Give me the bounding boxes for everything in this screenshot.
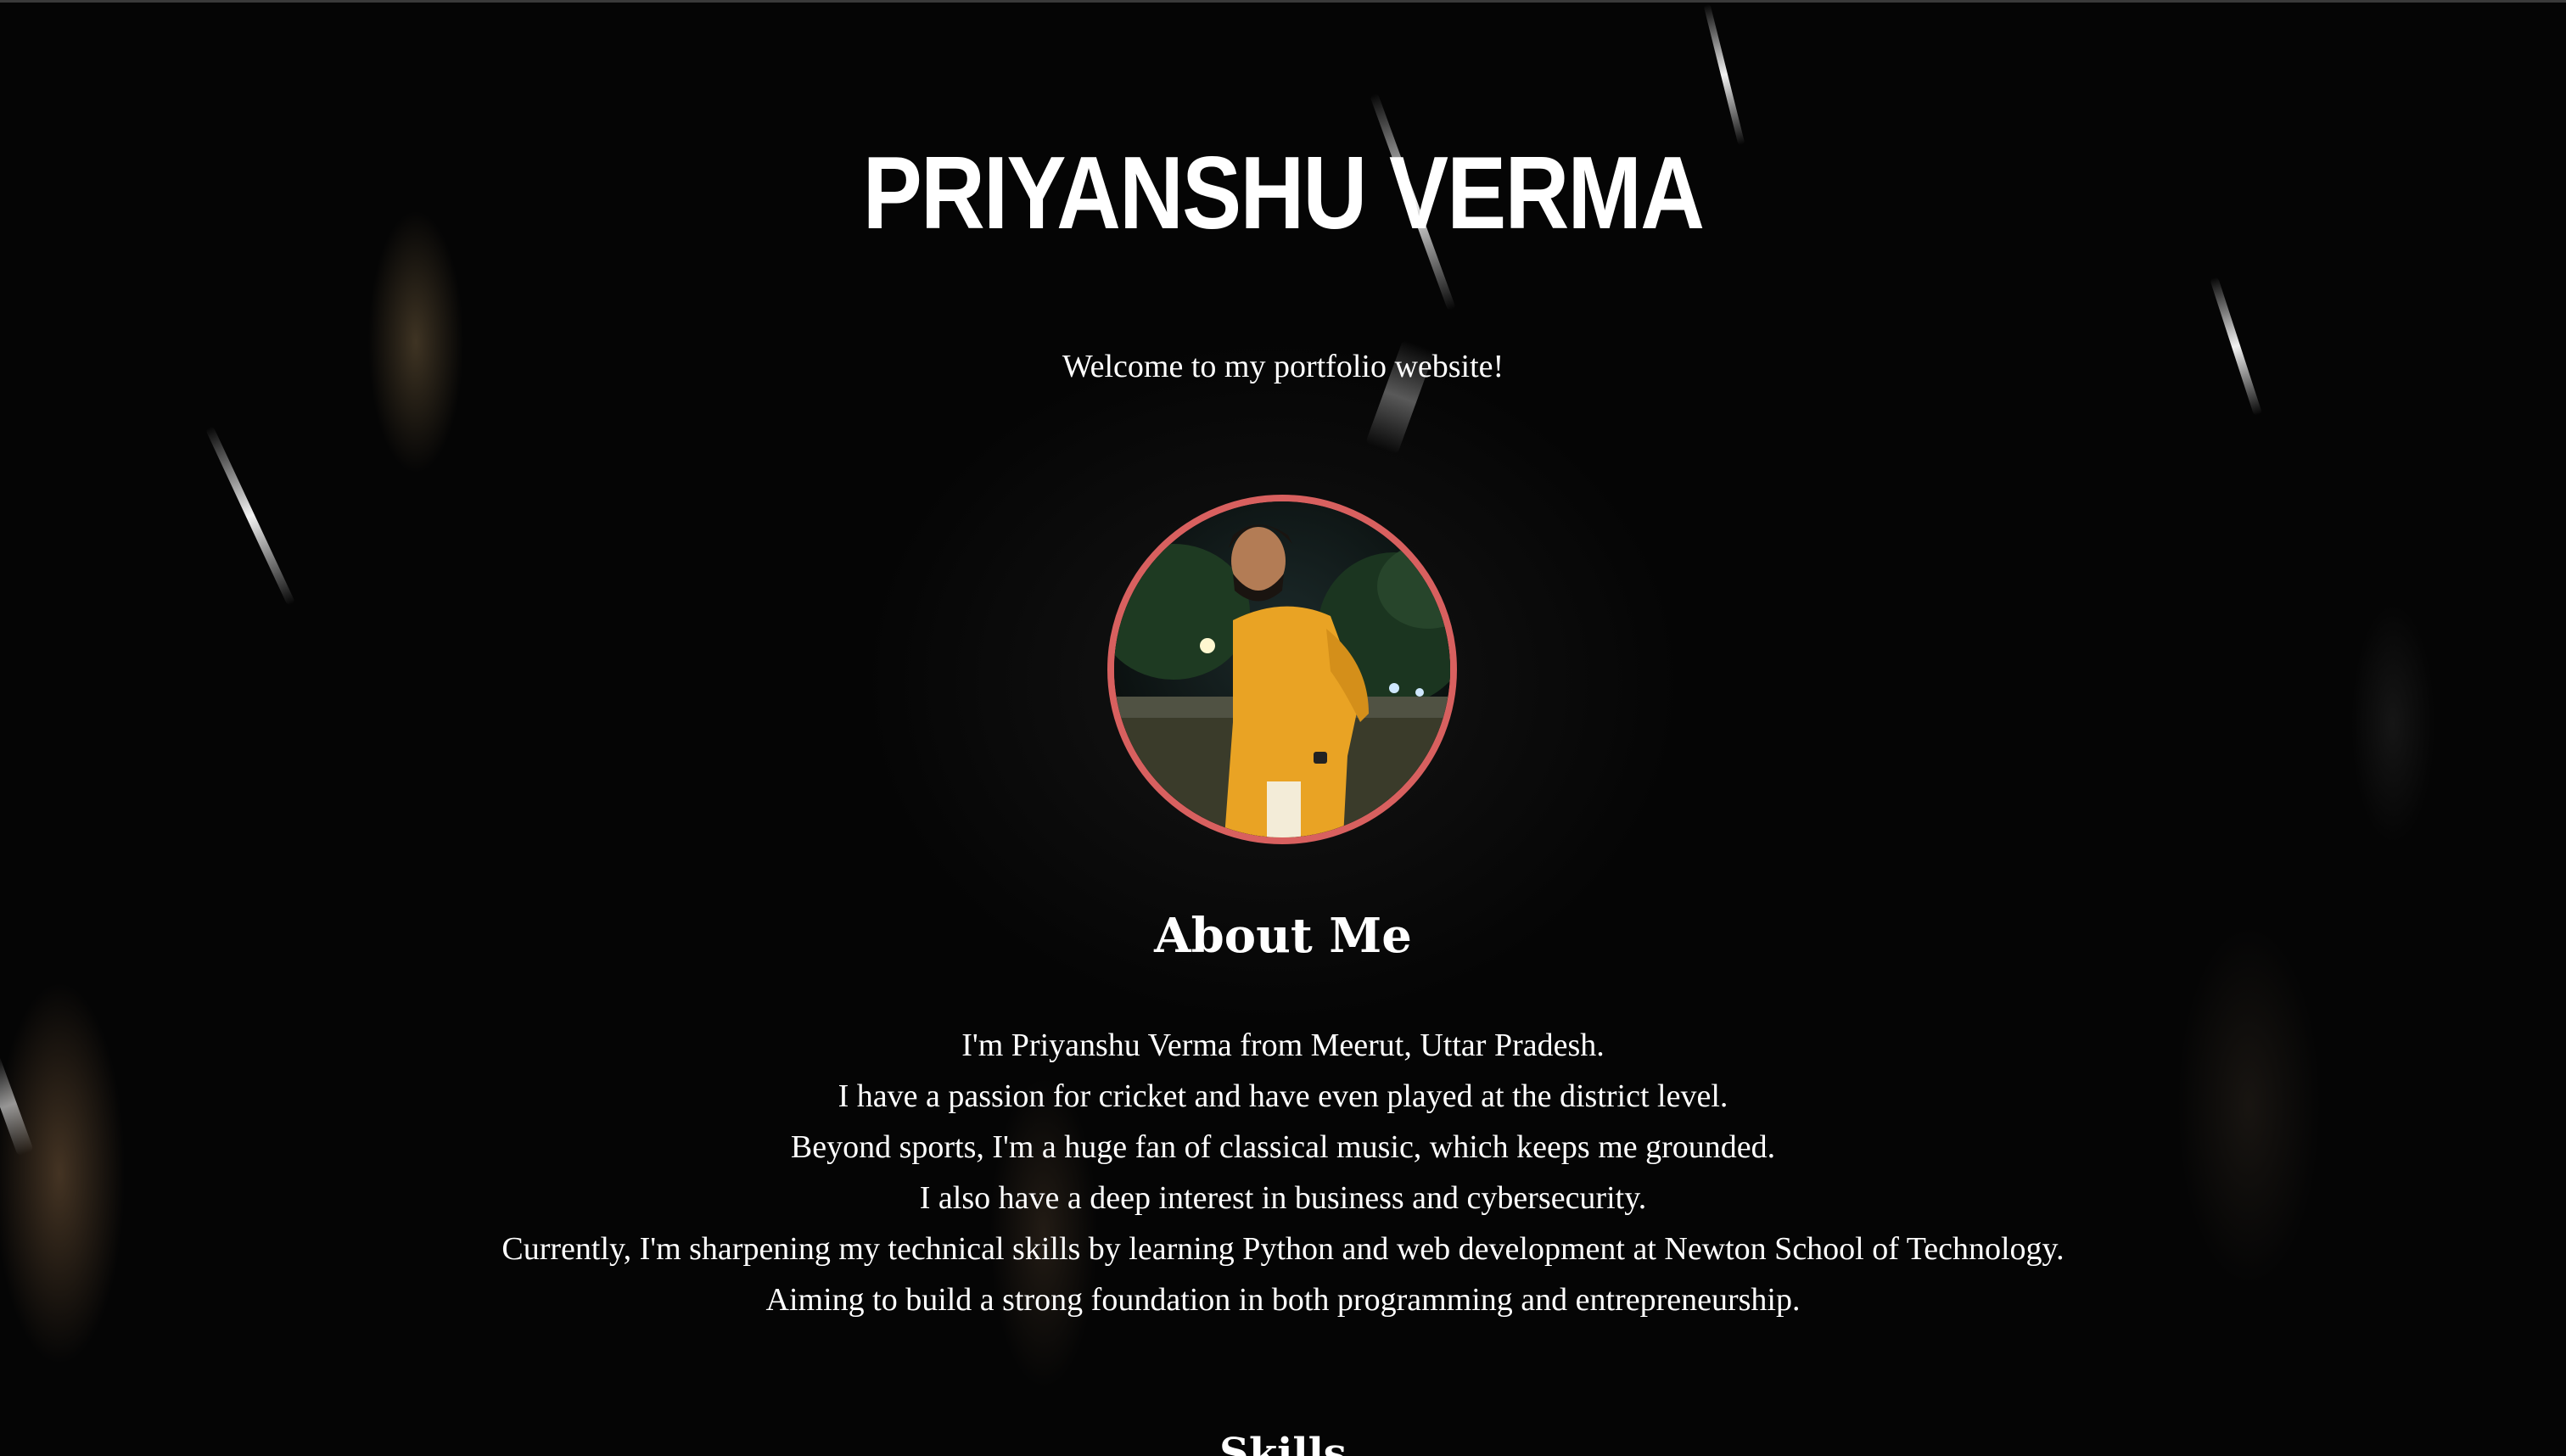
about-line: Aiming to build a strong foundation in b… — [765, 1282, 1801, 1318]
about-line: Currently, I'm sharpening my technical s… — [501, 1231, 2065, 1267]
profile-photo — [1107, 495, 1457, 844]
skills-heading: Skills — [1219, 1430, 1347, 1456]
light-streak — [1703, 3, 1745, 146]
light-streak — [204, 425, 296, 607]
light-streak — [2209, 276, 2263, 417]
about-line: I'm Priyanshu Verma from Meerut, Uttar P… — [961, 1028, 1605, 1063]
welcome-text: Welcome to my portfolio website! — [1062, 349, 1504, 384]
about-paragraph: I'm Priyanshu Verma from Meerut, Uttar P… — [0, 1020, 2566, 1325]
about-line: I also have a deep interest in business … — [919, 1180, 1647, 1216]
about-line: Beyond sports, I'm a huge fan of classic… — [790, 1129, 1776, 1165]
site-title: PRIYANSHU VERMA — [862, 135, 1705, 250]
profile-photo-image — [1114, 501, 1450, 837]
site-header: PRIYANSHU VERMA — [0, 136, 2566, 249]
about-line: I have a passion for cricket and have ev… — [838, 1078, 1728, 1114]
about-heading: About Me — [1154, 908, 1412, 964]
